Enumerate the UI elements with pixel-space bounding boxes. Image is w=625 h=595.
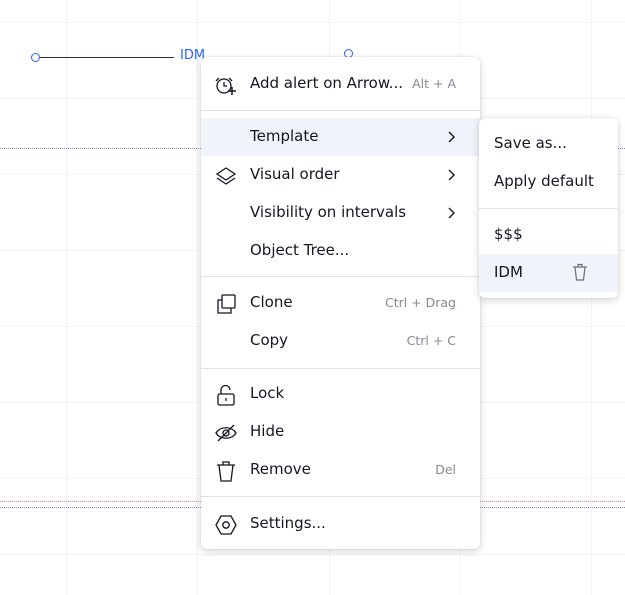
menu-item-copy[interactable]: Copy Ctrl + C (201, 322, 480, 360)
chevron-right-icon (446, 205, 456, 219)
menu-item-settings[interactable]: Settings... (201, 505, 480, 543)
menu-item-clone[interactable]: Clone Ctrl + Drag (201, 284, 480, 322)
layers-icon (214, 165, 238, 187)
menu-separator (201, 496, 480, 497)
template-submenu: Save as... Apply default $$$ IDM (479, 118, 618, 298)
settings-hexagon-icon (214, 514, 238, 536)
submenu-item-label: Apply default (494, 172, 594, 190)
drawing-line[interactable] (40, 57, 174, 58)
submenu-item-label: $$$ (494, 225, 523, 243)
clone-icon (214, 293, 238, 315)
submenu-item-template-dollars[interactable]: $$$ (479, 216, 618, 254)
submenu-item-template-idm[interactable]: IDM (479, 254, 618, 292)
trash-icon[interactable] (572, 263, 588, 281)
menu-separator (479, 208, 618, 209)
menu-item-label: Clone (250, 293, 293, 311)
menu-item-template[interactable]: Template (201, 118, 480, 156)
submenu-item-save-as[interactable]: Save as... (479, 125, 618, 163)
chevron-right-icon (446, 167, 456, 181)
menu-item-label: Visual order (250, 165, 340, 183)
shortcut-hint: Ctrl + C (406, 333, 456, 348)
alarm-plus-icon (214, 74, 238, 96)
menu-separator (201, 110, 480, 111)
submenu-item-apply-default[interactable]: Apply default (479, 163, 618, 201)
menu-item-label: Remove (250, 460, 311, 478)
menu-item-visibility-intervals[interactable]: Visibility on intervals (201, 194, 480, 232)
eye-off-icon (214, 422, 238, 444)
menu-item-lock[interactable]: Lock (201, 375, 480, 413)
shortcut-hint: Ctrl + Drag (384, 295, 456, 310)
menu-item-add-alert[interactable]: Add alert on Arrow... Alt + A (201, 65, 480, 103)
menu-item-hide[interactable]: Hide (201, 413, 480, 451)
unlock-icon (214, 384, 238, 406)
submenu-item-label: Save as... (494, 134, 567, 152)
menu-item-label: Add alert on Arrow... (250, 74, 404, 92)
submenu-item-label: IDM (494, 263, 523, 281)
drawing-anchor-start[interactable] (31, 53, 40, 62)
menu-item-object-tree[interactable]: Object Tree... (201, 232, 480, 270)
shortcut-hint: Del (435, 462, 456, 477)
menu-item-label: Settings... (250, 514, 326, 532)
menu-item-remove[interactable]: Remove Del (201, 451, 480, 489)
trash-icon (214, 460, 238, 482)
menu-item-label: Hide (250, 422, 285, 440)
menu-item-label: Object Tree... (250, 241, 350, 259)
menu-item-label: Visibility on intervals (250, 203, 407, 221)
shortcut-hint: Alt + A (412, 76, 456, 91)
menu-item-label: Lock (250, 384, 285, 402)
menu-item-visual-order[interactable]: Visual order (201, 156, 480, 194)
context-menu: Add alert on Arrow... Alt + A Template V… (201, 57, 480, 549)
menu-separator (201, 276, 480, 277)
menu-item-label: Template (250, 127, 319, 145)
chevron-right-icon (446, 129, 456, 143)
menu-separator (201, 368, 480, 369)
menu-item-label: Copy (250, 331, 289, 349)
